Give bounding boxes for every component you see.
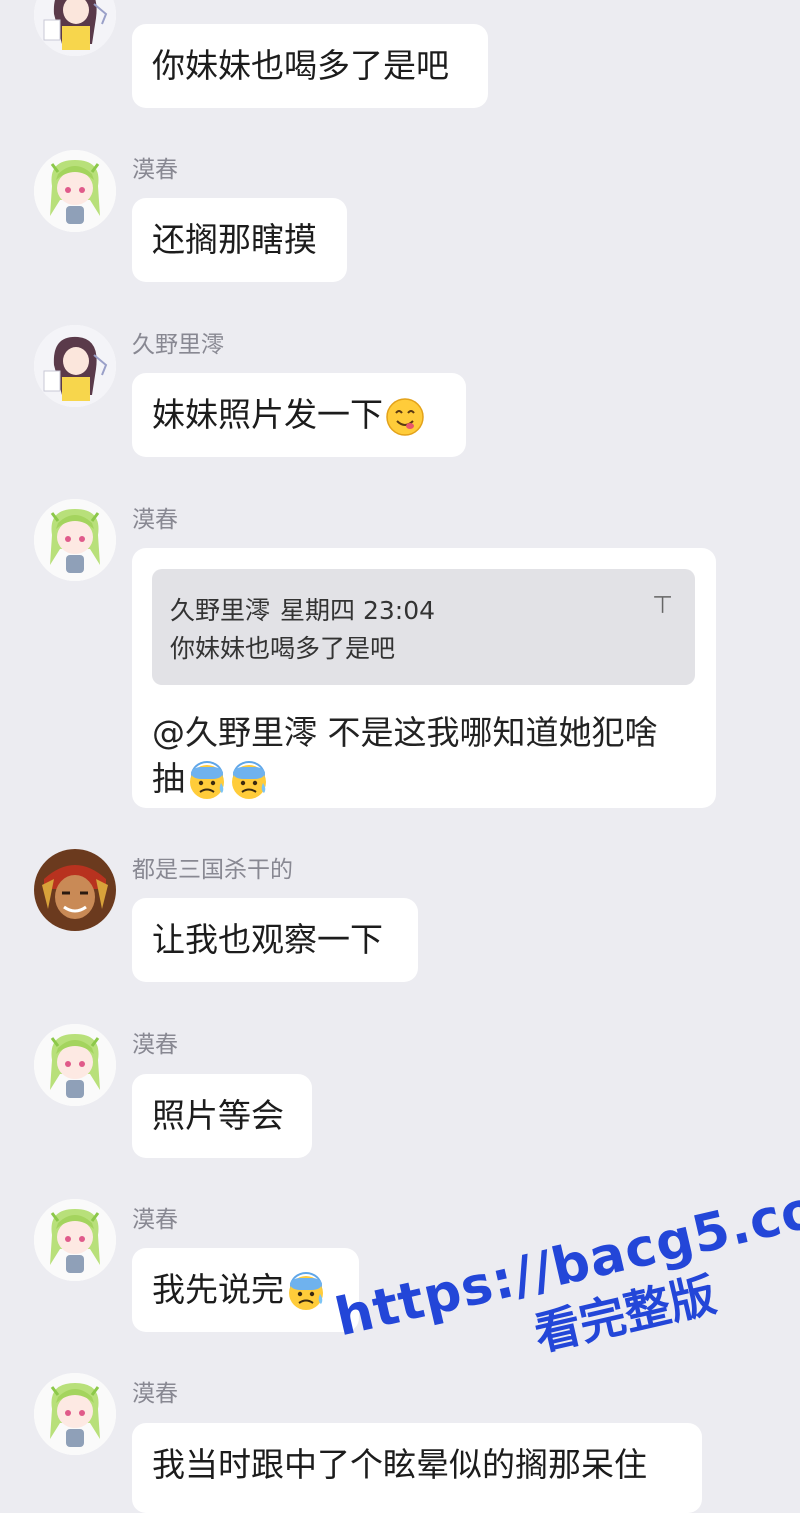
green-hair-avatar[interactable] — [34, 1373, 116, 1455]
watermark: https://bacg5.com 看完整版 — [330, 1167, 800, 1407]
anxious-sweat-emoji — [229, 761, 269, 801]
message-text: 妹妹照片发一下 — [152, 395, 383, 434]
watermark-url: https://bacg5.com — [330, 1166, 800, 1349]
sender-name: 久野里澪 — [132, 332, 224, 358]
quote-time: 星期四 23:04 — [280, 596, 436, 625]
warrior-avatar[interactable] — [34, 849, 116, 931]
reply-text-line1: @久野里澪 不是这我哪知道她犯啥 — [152, 713, 658, 752]
message-bubble[interactable]: 我先说完 — [132, 1248, 359, 1332]
sender-name: 漠春 — [132, 507, 178, 533]
quote-author: 久野里澪 — [170, 596, 271, 625]
sender-name: 漠春 — [132, 1207, 178, 1233]
green-hair-avatar[interactable] — [34, 1199, 116, 1281]
reply-bubble[interactable]: 久野里澪 星期四 23:04 你妹妹也喝多了是吧 ⊤ @久野里澪 不是这我哪知道她… — [132, 548, 716, 808]
sender-name: 漠春 — [132, 1381, 178, 1407]
message-bubble[interactable]: 妹妹照片发一下 — [132, 373, 466, 457]
message-text: 让我也观察一下 — [152, 920, 383, 959]
yum-emoji — [385, 397, 425, 437]
sender-name: 都是三国杀干的 — [132, 857, 293, 883]
message-bubble[interactable]: 照片等会 — [132, 1074, 312, 1158]
quote-text: 你妹妹也喝多了是吧 — [170, 634, 396, 663]
message-text: 我先说完 — [152, 1270, 284, 1309]
watermark-subtitle: 看完整版 — [529, 1267, 721, 1362]
message-text: 我当时跟中了个眩晕似的搁那呆住 — [152, 1445, 647, 1484]
quote-header: 久野里澪 星期四 23:04 — [170, 591, 445, 627]
anxious-sweat-emoji — [286, 1272, 326, 1312]
message-text: 照片等会 — [152, 1096, 284, 1135]
reply-text-tail: 抽 — [152, 759, 185, 798]
message-bubble[interactable]: 还搁那瞎摸 — [132, 198, 347, 282]
message-bubble[interactable]: 我当时跟中了个眩晕似的搁那呆住 — [132, 1423, 702, 1513]
sender-name: 漠春 — [132, 1032, 178, 1058]
reply-text-line2: 抽 — [152, 752, 269, 801]
collapse-up-icon[interactable]: ⊤ — [652, 591, 673, 619]
green-hair-avatar[interactable] — [34, 499, 116, 581]
anxious-sweat-emoji — [187, 761, 227, 801]
green-hair-avatar[interactable] — [34, 150, 116, 232]
message-bubble[interactable]: 你妹妹也喝多了是吧 — [132, 24, 488, 108]
anime-girl-avatar[interactable] — [34, 325, 116, 407]
message-text: 还搁那瞎摸 — [152, 220, 317, 259]
message-text: 你妹妹也喝多了是吧 — [152, 46, 449, 85]
quoted-message[interactable]: 久野里澪 星期四 23:04 你妹妹也喝多了是吧 ⊤ — [152, 569, 695, 685]
message-bubble[interactable]: 让我也观察一下 — [132, 898, 418, 982]
anime-girl-avatar[interactable] — [34, 0, 116, 56]
green-hair-avatar[interactable] — [34, 1024, 116, 1106]
sender-name: 漠春 — [132, 157, 178, 183]
